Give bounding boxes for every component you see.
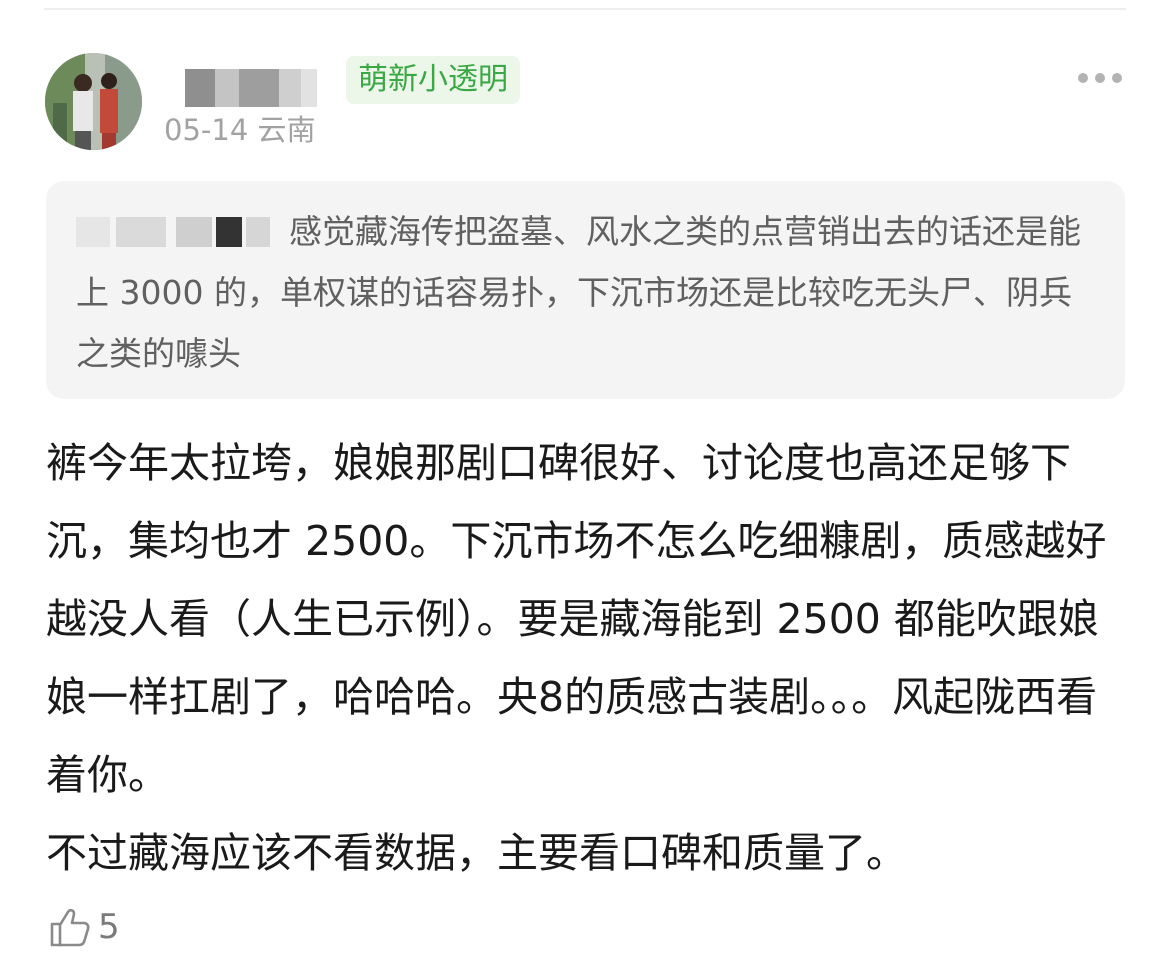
username-redacted[interactable] (185, 69, 325, 107)
quoted-comment[interactable]: 感觉藏海传把盗墓、风水之类的点营销出去的话还是能上 3000 的，单权谋的话容易… (46, 181, 1125, 399)
post-meta: 05-14 云南 (164, 113, 316, 147)
like-count: 5 (98, 907, 120, 947)
avatar-photo (45, 53, 142, 150)
post-body: 裤今年太拉垮，娘娘那剧口碑很好、讨论度也高还足够下沉，集均也才 2500。下沉市… (46, 439, 1107, 877)
more-horizontal-icon[interactable] (1078, 70, 1122, 86)
avatar[interactable] (45, 53, 142, 150)
thumbs-up-icon (50, 908, 90, 947)
like-button[interactable]: 5 (48, 904, 120, 950)
top-divider (44, 8, 1126, 10)
author-badge: 萌新小透明 (346, 56, 520, 104)
quoted-username-redacted (76, 213, 281, 247)
